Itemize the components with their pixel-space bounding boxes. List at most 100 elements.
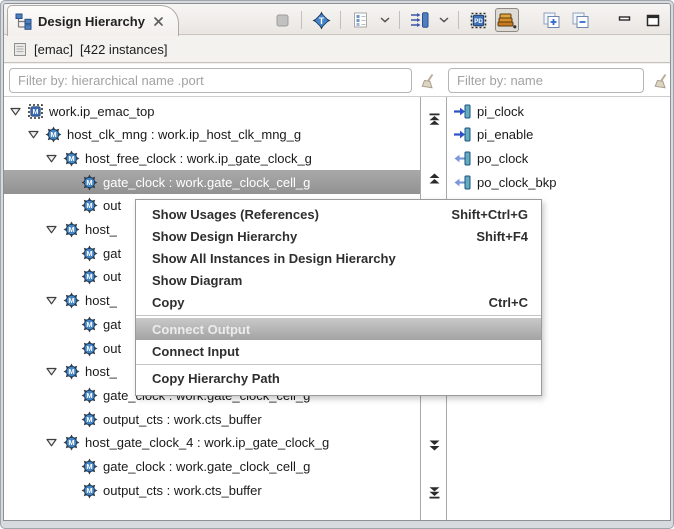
expander-slot[interactable] xyxy=(64,414,76,424)
input-port-icon xyxy=(454,104,471,118)
pin-disabled-icon xyxy=(276,14,288,26)
tab-close-icon[interactable] xyxy=(153,16,164,27)
expander-slot[interactable] xyxy=(64,343,76,353)
expander-open-icon[interactable] xyxy=(46,438,57,447)
expander-slot[interactable] xyxy=(64,177,76,187)
sort-menu-chevron[interactable] xyxy=(436,8,451,32)
expander-slot[interactable] xyxy=(46,438,58,448)
chevron-down-icon xyxy=(379,17,390,23)
node-icon-slot: M xyxy=(81,316,98,333)
view-checklist-button[interactable] xyxy=(348,8,372,32)
clear-hierarchy-filter-button[interactable] xyxy=(418,71,438,91)
group-layers-button[interactable] xyxy=(495,8,519,32)
expander-slot[interactable] xyxy=(46,367,58,377)
expand-all-button[interactable] xyxy=(539,8,563,32)
tree-row[interactable]: M work.ip_emac_top xyxy=(4,99,420,123)
tab-design-hierarchy[interactable]: Design Hierarchy xyxy=(7,5,179,36)
context-menu-item[interactable]: Show Design Hierarchy Shift+F4 xyxy=(136,225,541,247)
hierarchy-filter-input[interactable] xyxy=(9,68,412,93)
maximize-button[interactable] xyxy=(641,8,665,32)
tree-row[interactable]: M output_cts : work.cts_buffer xyxy=(4,407,420,431)
svg-text:M: M xyxy=(86,201,92,210)
node-icon-slot: M xyxy=(63,221,80,238)
expander-slot[interactable] xyxy=(28,130,40,140)
scroll-to-last-match-button[interactable] xyxy=(426,485,442,500)
port-list-item[interactable]: po_clock_bkp xyxy=(453,170,557,194)
view-toolbar: T PD xyxy=(270,7,665,33)
expander-slot[interactable] xyxy=(64,485,76,495)
expander-slot[interactable] xyxy=(64,319,76,329)
node-icon-slot: M xyxy=(63,363,80,380)
menu-separator xyxy=(136,364,541,365)
tree-row[interactable]: M host_gate_clock_4 : work.ip_gate_clock… xyxy=(4,431,420,455)
svg-text:M: M xyxy=(33,109,39,116)
expander-slot[interactable] xyxy=(64,201,76,211)
chip-view-button[interactable]: PD xyxy=(466,8,490,32)
port-icon-slot xyxy=(453,104,471,119)
expander-slot[interactable] xyxy=(46,153,58,163)
expander-slot[interactable] xyxy=(46,225,58,235)
top-level-unit: [emac] xyxy=(34,41,74,57)
document-icon xyxy=(14,42,26,56)
port-name-label: po_clock xyxy=(477,150,529,166)
maximize-icon xyxy=(646,14,660,26)
expander-slot[interactable] xyxy=(64,390,76,400)
expander-open-icon[interactable] xyxy=(10,107,21,116)
scroll-up-match-button[interactable] xyxy=(426,171,442,186)
scroll-down-match-button[interactable] xyxy=(426,438,442,453)
port-list-item[interactable]: po_clock xyxy=(453,146,528,170)
expander-open-icon[interactable] xyxy=(46,225,57,234)
instance-icon: M xyxy=(81,174,98,191)
expander-slot[interactable] xyxy=(46,296,58,306)
context-menu-item-disabled[interactable]: Connect Output xyxy=(136,318,541,340)
scroll-to-first-match-button[interactable] xyxy=(426,112,442,127)
expander-open-icon[interactable] xyxy=(46,367,57,376)
tree-row-label: gate_clock : work.gate_clock_cell_g xyxy=(103,174,311,190)
svg-text:M: M xyxy=(68,438,74,447)
svg-text:M: M xyxy=(86,462,92,471)
expander-slot[interactable] xyxy=(64,462,76,472)
toolbar-separator xyxy=(340,11,341,29)
double-arrow-down-bar-icon xyxy=(429,487,439,499)
tree-row[interactable]: M gate_clock : work.gate_clock_cell_g xyxy=(4,170,420,195)
tree-row-label: host_ xyxy=(85,364,117,380)
node-icon-slot: M xyxy=(81,245,98,262)
context-menu-item[interactable]: Copy Hierarchy Path xyxy=(136,367,541,389)
port-filter-input[interactable] xyxy=(448,68,644,93)
pin-disabled-button[interactable] xyxy=(270,8,294,32)
menu-item-shortcut: Ctrl+C xyxy=(488,294,528,310)
context-menu-item[interactable]: Show Usages (References) Shift+Ctrl+G xyxy=(136,203,541,225)
context-menu-item[interactable]: Show All Instances in Design Hierarchy xyxy=(136,247,541,269)
port-list-item[interactable]: pi_clock xyxy=(453,99,524,123)
tree-row-label: out xyxy=(103,198,122,214)
context-menu-item[interactable]: Show Diagram xyxy=(136,269,541,291)
instance-icon: M xyxy=(81,245,98,262)
context-menu-item[interactable]: Connect Input xyxy=(136,340,541,362)
collapse-all-button[interactable] xyxy=(568,8,592,32)
expander-open-icon[interactable] xyxy=(46,154,57,163)
toolbar-separator xyxy=(399,11,400,29)
sort-options-button[interactable] xyxy=(407,8,431,32)
tree-row-label: host_ xyxy=(85,222,117,237)
tree-row[interactable]: M host_clk_mng : work.ip_host_clk_mng_g xyxy=(4,123,420,147)
node-icon-slot: M xyxy=(63,434,80,451)
expander-slot[interactable] xyxy=(64,272,76,282)
tree-row[interactable]: M gate_clock : work.gate_clock_cell_g xyxy=(4,455,420,479)
minimize-button[interactable] xyxy=(612,8,636,32)
broom-icon xyxy=(654,73,666,88)
expander-slot[interactable] xyxy=(10,106,22,116)
expander-slot[interactable] xyxy=(64,248,76,258)
instance-icon: M xyxy=(81,197,98,214)
svg-text:PD: PD xyxy=(474,18,483,25)
expander-open-icon[interactable] xyxy=(46,296,57,305)
checklist-menu-chevron[interactable] xyxy=(377,8,392,32)
view-header: Design Hierarchy T PD xyxy=(4,4,670,36)
context-menu-item[interactable]: Copy Ctrl+C xyxy=(136,291,541,313)
clear-port-filter-button[interactable] xyxy=(651,71,670,91)
tree-row[interactable]: M output_cts : work.cts_buffer xyxy=(4,478,420,502)
chip-pd-icon: PD xyxy=(470,12,486,28)
expander-open-icon[interactable] xyxy=(28,130,39,139)
locate-type-button[interactable]: T xyxy=(309,8,333,32)
port-list-item[interactable]: pi_enable xyxy=(453,123,533,147)
tree-row[interactable]: M host_free_clock : work.ip_gate_clock_g xyxy=(4,146,420,170)
